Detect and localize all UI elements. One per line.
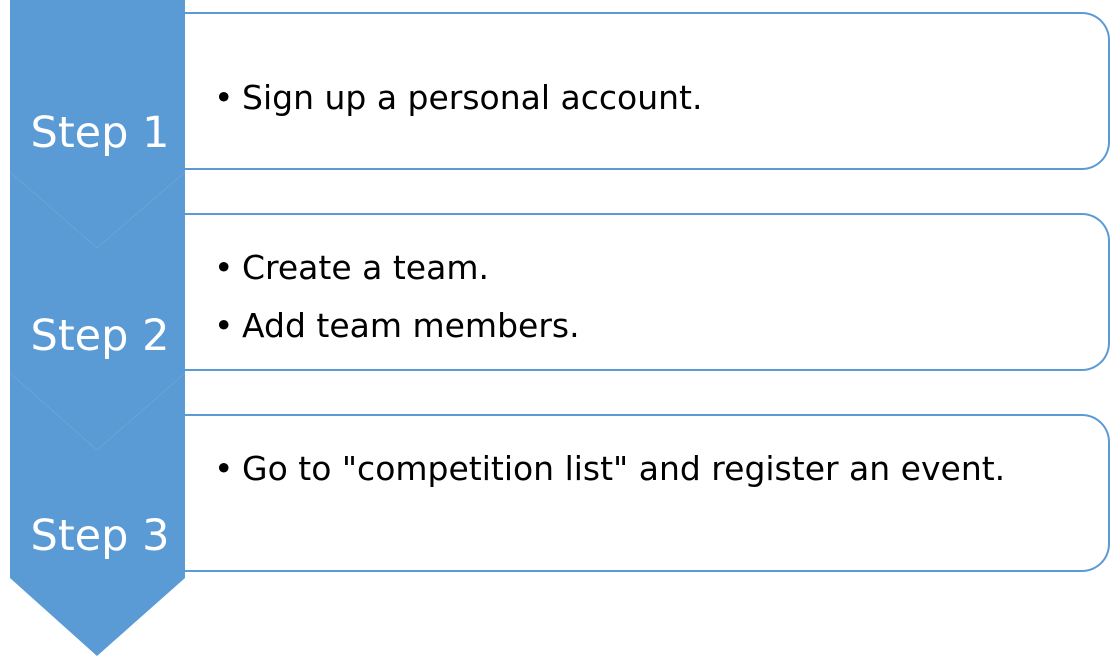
bullet-icon: • [214, 449, 234, 488]
step-1-label: Step 1 [30, 108, 170, 158]
bullet-icon: • [214, 248, 234, 287]
step-2-label: Step 2 [30, 311, 170, 361]
step-1-bullet-list: • Sign up a personal account. [212, 69, 703, 127]
bullet-text: Sign up a personal account. [242, 78, 703, 117]
step-3-bullet-list: • Go to "competition list" and register … [212, 440, 1005, 498]
step-process-diagram: Step 1 Step 2 Step 3 • Sign up a persona… [0, 0, 1113, 656]
bullet-text: Go to "competition list" and register an… [242, 449, 1006, 488]
bullet-icon: • [214, 78, 234, 117]
list-item: • Create a team. [212, 239, 580, 297]
step-3-label: Step 3 [30, 511, 170, 561]
bullet-text: Create a team. [242, 248, 489, 287]
list-item: • Go to "competition list" and register … [212, 440, 1005, 498]
list-item: • Add team members. [212, 297, 580, 355]
bullet-icon: • [214, 306, 234, 345]
step-2-bullet-list: • Create a team. • Add team members. [212, 239, 580, 355]
bullet-text: Add team members. [242, 306, 580, 345]
list-item: • Sign up a personal account. [212, 69, 703, 127]
